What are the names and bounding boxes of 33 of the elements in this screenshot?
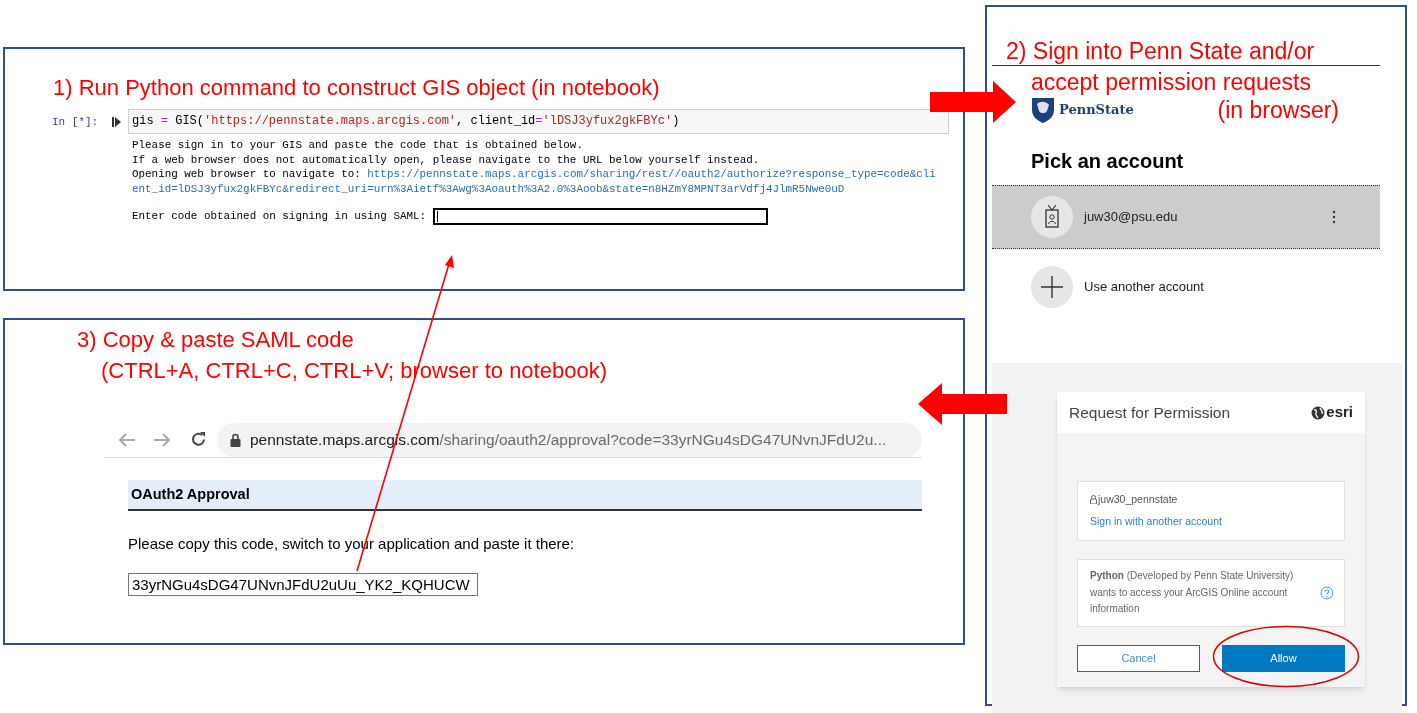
switch-account-link[interactable]: Sign in with another account [1090, 513, 1222, 530]
more-icon[interactable] [1332, 210, 1336, 224]
reload-icon[interactable] [190, 431, 207, 448]
badge-icon [1031, 196, 1073, 238]
step-caption: 1) Run Python command to construct GIS object (in notebook) [53, 75, 661, 101]
cancel-button[interactable]: Cancel [1077, 645, 1200, 672]
step-caption: 3) Copy & paste SAML code [77, 326, 354, 353]
output-text: Opening web browser to navigate to: https://pennstate.maps.arcgis.com/sharing/rest//oauth2/authorize?response_type=code&client_id=lDSJ3yfux2gkFBYc&redirect_uri=urn%3Aietf%3Awg%3Aoauth%3A2.0%3Aoob&state=n8HZmY8MPNT3arVdfj4JlmR5Nwe0uD [132, 167, 936, 196]
code-input[interactable]: gis = GIS('https://pennstate.maps.arcgis.com', client_id='lDSJ3yfux2gkFBYc') [128, 109, 949, 134]
run-icon[interactable] [112, 117, 121, 127]
code-field[interactable] [433, 208, 769, 225]
pennstate-logo: PennState [1031, 96, 1134, 124]
step-caption: (in browser) [1217, 96, 1339, 124]
lock-icon [1090, 495, 1097, 505]
page-heading: OAuth2 Approval [128, 480, 922, 511]
output-text: Enter code obtained on signing in using SAML: [132, 209, 427, 224]
output-text: Please sign in to your GIS and paste the code that is obtained below. [132, 138, 583, 153]
step-caption: accept permission requests [1031, 68, 1311, 96]
lock-icon [230, 432, 241, 447]
code-field[interactable]: 33yrNGu4sDG47UNvnJFdU2uUu_YK2_KQHUCW [128, 572, 478, 596]
allow-button[interactable]: Allow [1222, 645, 1345, 672]
page-heading: Pick an account [1031, 149, 1184, 174]
account-item[interactable]: juw30@psu.edu [992, 185, 1380, 249]
cell-prompt: In [*]: [52, 115, 100, 130]
account-item[interactable]: Use another account [992, 255, 1380, 319]
plus-icon [1031, 266, 1073, 308]
esri-logo: esri [1311, 401, 1353, 424]
permission-message: Python (Developed by Penn State University) wants to access your ArcGIS Online account information [1090, 569, 1295, 616]
dialog-title: Request for Permission [1069, 402, 1231, 423]
step-caption: 2) Sign into Penn State and/or [1006, 37, 1315, 65]
username-text: juw30_pennstate [1098, 492, 1178, 507]
output-text: If a web browser does not automatically open, please navigate to the URL below yourself instead. [132, 152, 760, 167]
help-icon[interactable] [1320, 586, 1334, 600]
